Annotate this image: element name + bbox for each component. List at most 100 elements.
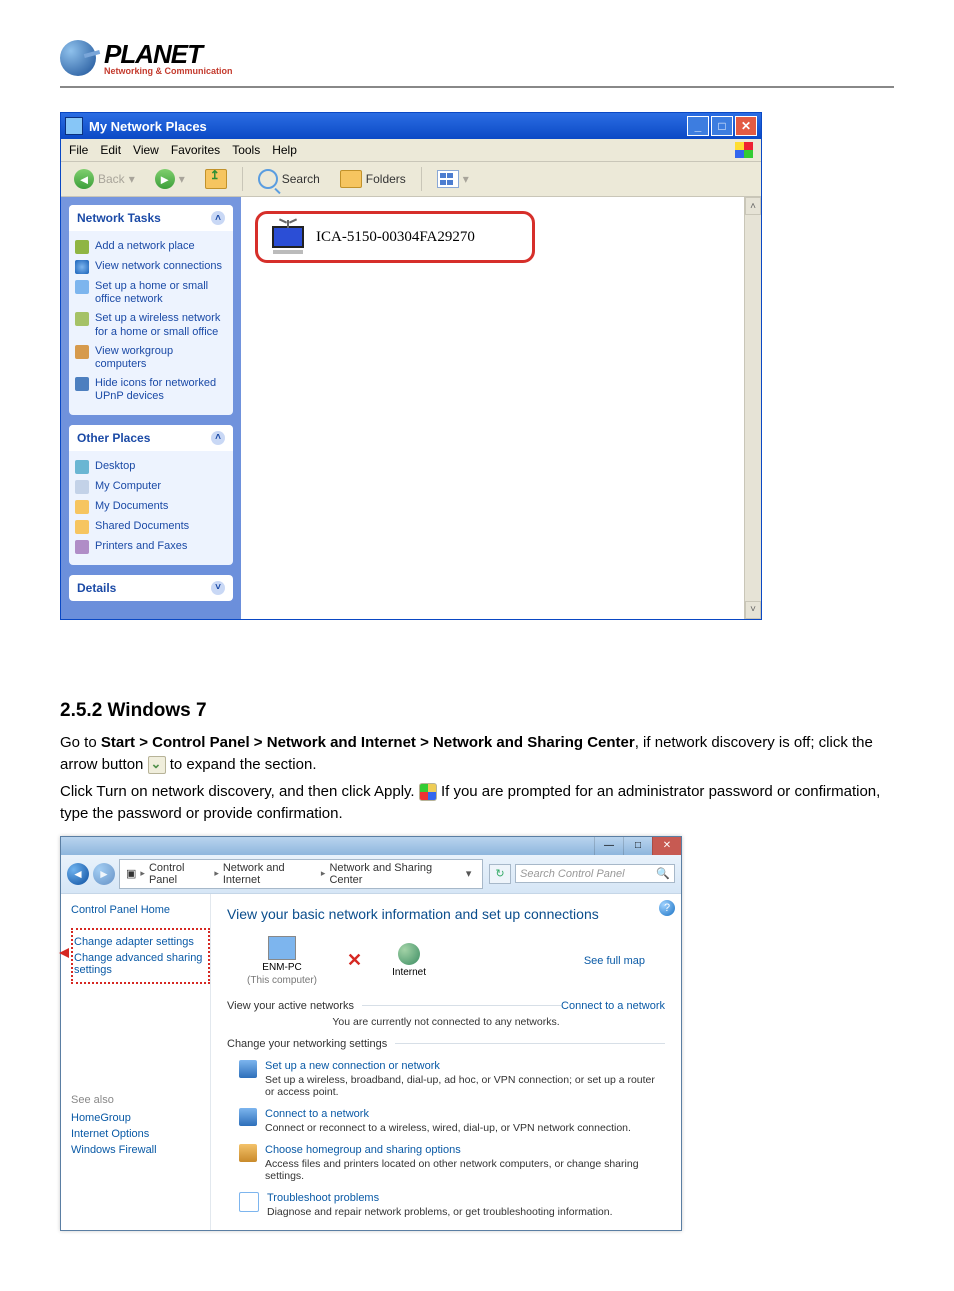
task-setup-home-network[interactable]: Set up a home or small office network [73,277,229,309]
folder-up-icon [205,169,227,189]
menu-tools[interactable]: Tools [232,143,260,157]
device-highlight: ICA-5150-00304FA29270 [255,211,535,263]
section-paragraph-1: Go to Start > Control Panel > Network an… [60,732,894,777]
setup-connection-icon [239,1060,257,1078]
opt-setup-connection[interactable]: Set up a new connection or network Set u… [239,1060,665,1098]
section-paragraph-2: Click Turn on network discovery, and the… [60,781,894,826]
homegroup-icon [239,1144,257,1162]
xp-side-pane: Network Tasks ˄ Add a network place View… [61,197,241,619]
scroll-up-icon[interactable]: ˄ [745,197,761,215]
menu-edit[interactable]: Edit [100,143,121,157]
menu-view[interactable]: View [133,143,159,157]
forward-button[interactable]: ► ▾ [148,166,192,192]
brand-tagline: Networking & Communication [104,67,233,76]
search-button[interactable]: Search [251,166,327,192]
internet-icon [398,943,420,965]
search-icon [258,169,278,189]
minimize-button[interactable]: — [594,837,623,855]
change-adapter-link[interactable]: Change adapter settings [74,936,207,948]
see-also-label: See also [71,1094,210,1106]
help-icon[interactable]: ? [659,900,675,916]
see-also-homegroup[interactable]: HomeGroup [71,1112,210,1124]
breadcrumb[interactable]: ▣ ▸ Control Panel ▸ Network and Internet… [119,859,483,889]
section-heading: 2.5.2 Windows 7 [60,700,894,722]
xp-content-area: ICA-5150-00304FA29270 [241,197,744,619]
highlight-arrow-icon [59,948,69,958]
search-input[interactable]: Search Control Panel 🔍 [515,864,675,883]
network-tasks-panel: Network Tasks ˄ Add a network place View… [69,205,233,415]
place-shared-documents[interactable]: Shared Documents [73,517,229,537]
breadcrumb-dropdown-icon[interactable]: ▾ [461,867,476,880]
back-button[interactable]: ◄ [67,863,89,885]
scroll-down-icon[interactable]: ˅ [745,601,761,619]
minimize-button[interactable]: _ [687,116,709,136]
pc-name: ENM-PC [262,962,301,973]
menu-help[interactable]: Help [272,143,297,157]
win7-side-pane: Control Panel Home Change adapter settin… [61,894,211,1230]
task-add-network-place[interactable]: Add a network place [73,237,229,257]
close-button[interactable]: ✕ [735,116,757,136]
forward-arrow-icon: ► [155,169,175,189]
menu-file[interactable]: File [69,143,88,157]
xp-menubar: File Edit View Favorites Tools Help [61,139,761,162]
place-my-documents[interactable]: My Documents [73,497,229,517]
active-networks-label: View your active networks [227,1000,354,1012]
search-icon: 🔍 [656,867,670,880]
up-button[interactable] [198,166,234,192]
task-view-connections[interactable]: View network connections [73,257,229,277]
window-title: My Network Places [89,119,207,134]
brand-name: PLANET [104,41,233,67]
network-map: ENM-PC (This computer) ✕ Internet See fu… [227,936,665,986]
opt-homegroup[interactable]: Choose homegroup and sharing options Acc… [239,1144,665,1182]
see-also-internet-options[interactable]: Internet Options [71,1128,210,1140]
device-label[interactable]: ICA-5150-00304FA29270 [316,229,475,246]
change-sharing-link[interactable]: Change advanced sharing settings [74,952,207,976]
brand-logo: PLANET Networking & Communication [60,40,894,76]
place-my-computer[interactable]: My Computer [73,477,229,497]
change-settings-label: Change your networking settings [227,1038,387,1050]
win7-window: — □ ✕ ◄ ► ▣ ▸ Control Panel ▸ Network an… [60,836,682,1231]
task-setup-wireless[interactable]: Set up a wireless network for a home or … [73,309,229,341]
highlight-box: Change adapter settings Change advanced … [71,928,210,984]
this-computer-icon [268,936,296,960]
xp-window: My Network Places _ □ ✕ File Edit View F… [60,112,762,620]
close-button[interactable]: ✕ [652,837,681,855]
camera-device-icon[interactable] [270,220,306,254]
menu-favorites[interactable]: Favorites [171,143,220,157]
refresh-button[interactable]: ↻ [489,864,511,884]
win7-titlebar[interactable]: — □ ✕ [61,837,681,855]
maximize-button[interactable]: □ [711,116,733,136]
connect-network-link[interactable]: Connect to a network [561,1000,665,1012]
expand-arrow-icon [148,756,166,774]
forward-button[interactable]: ► [93,863,115,885]
main-heading: View your basic network information and … [227,906,665,922]
collapse-icon[interactable]: ˄ [211,431,225,445]
task-view-workgroup[interactable]: View workgroup computers [73,342,229,374]
troubleshoot-icon [239,1192,259,1212]
see-full-map-link[interactable]: See full map [584,955,645,967]
task-hide-upnp-icons[interactable]: Hide icons for networked UPnP devices [73,374,229,406]
place-printers-faxes[interactable]: Printers and Faxes [73,537,229,557]
xp-toolbar: ◄ Back ▾ ► ▾ Search Folders ▾ [61,162,761,197]
pc-sub: (This computer) [247,975,317,986]
maximize-button[interactable]: □ [623,837,652,855]
folders-button[interactable]: Folders [333,167,413,191]
place-desktop[interactable]: Desktop [73,457,229,477]
expand-icon[interactable]: ˅ [211,581,225,595]
see-also-windows-firewall[interactable]: Windows Firewall [71,1144,210,1156]
opt-connect-network[interactable]: Connect to a network Connect or reconnec… [239,1108,665,1134]
collapse-icon[interactable]: ˄ [211,211,225,225]
details-panel: Details ˅ [69,575,233,601]
xp-titlebar[interactable]: My Network Places _ □ ✕ [61,113,761,139]
other-places-panel: Other Places ˄ Desktop My Computer My Do… [69,425,233,565]
views-button[interactable]: ▾ [430,167,476,191]
header-divider [60,86,894,88]
control-panel-home-link[interactable]: Control Panel Home [71,904,210,916]
planet-globe-icon [60,40,96,76]
uac-shield-icon [419,783,437,801]
views-icon [437,170,459,188]
win7-address-bar: ◄ ► ▣ ▸ Control Panel ▸ Network and Inte… [61,855,681,894]
xp-scrollbar[interactable]: ˄ ˅ [744,197,761,619]
back-button[interactable]: ◄ Back ▾ [67,166,142,192]
opt-troubleshoot[interactable]: Troubleshoot problems Diagnose and repai… [239,1192,665,1218]
